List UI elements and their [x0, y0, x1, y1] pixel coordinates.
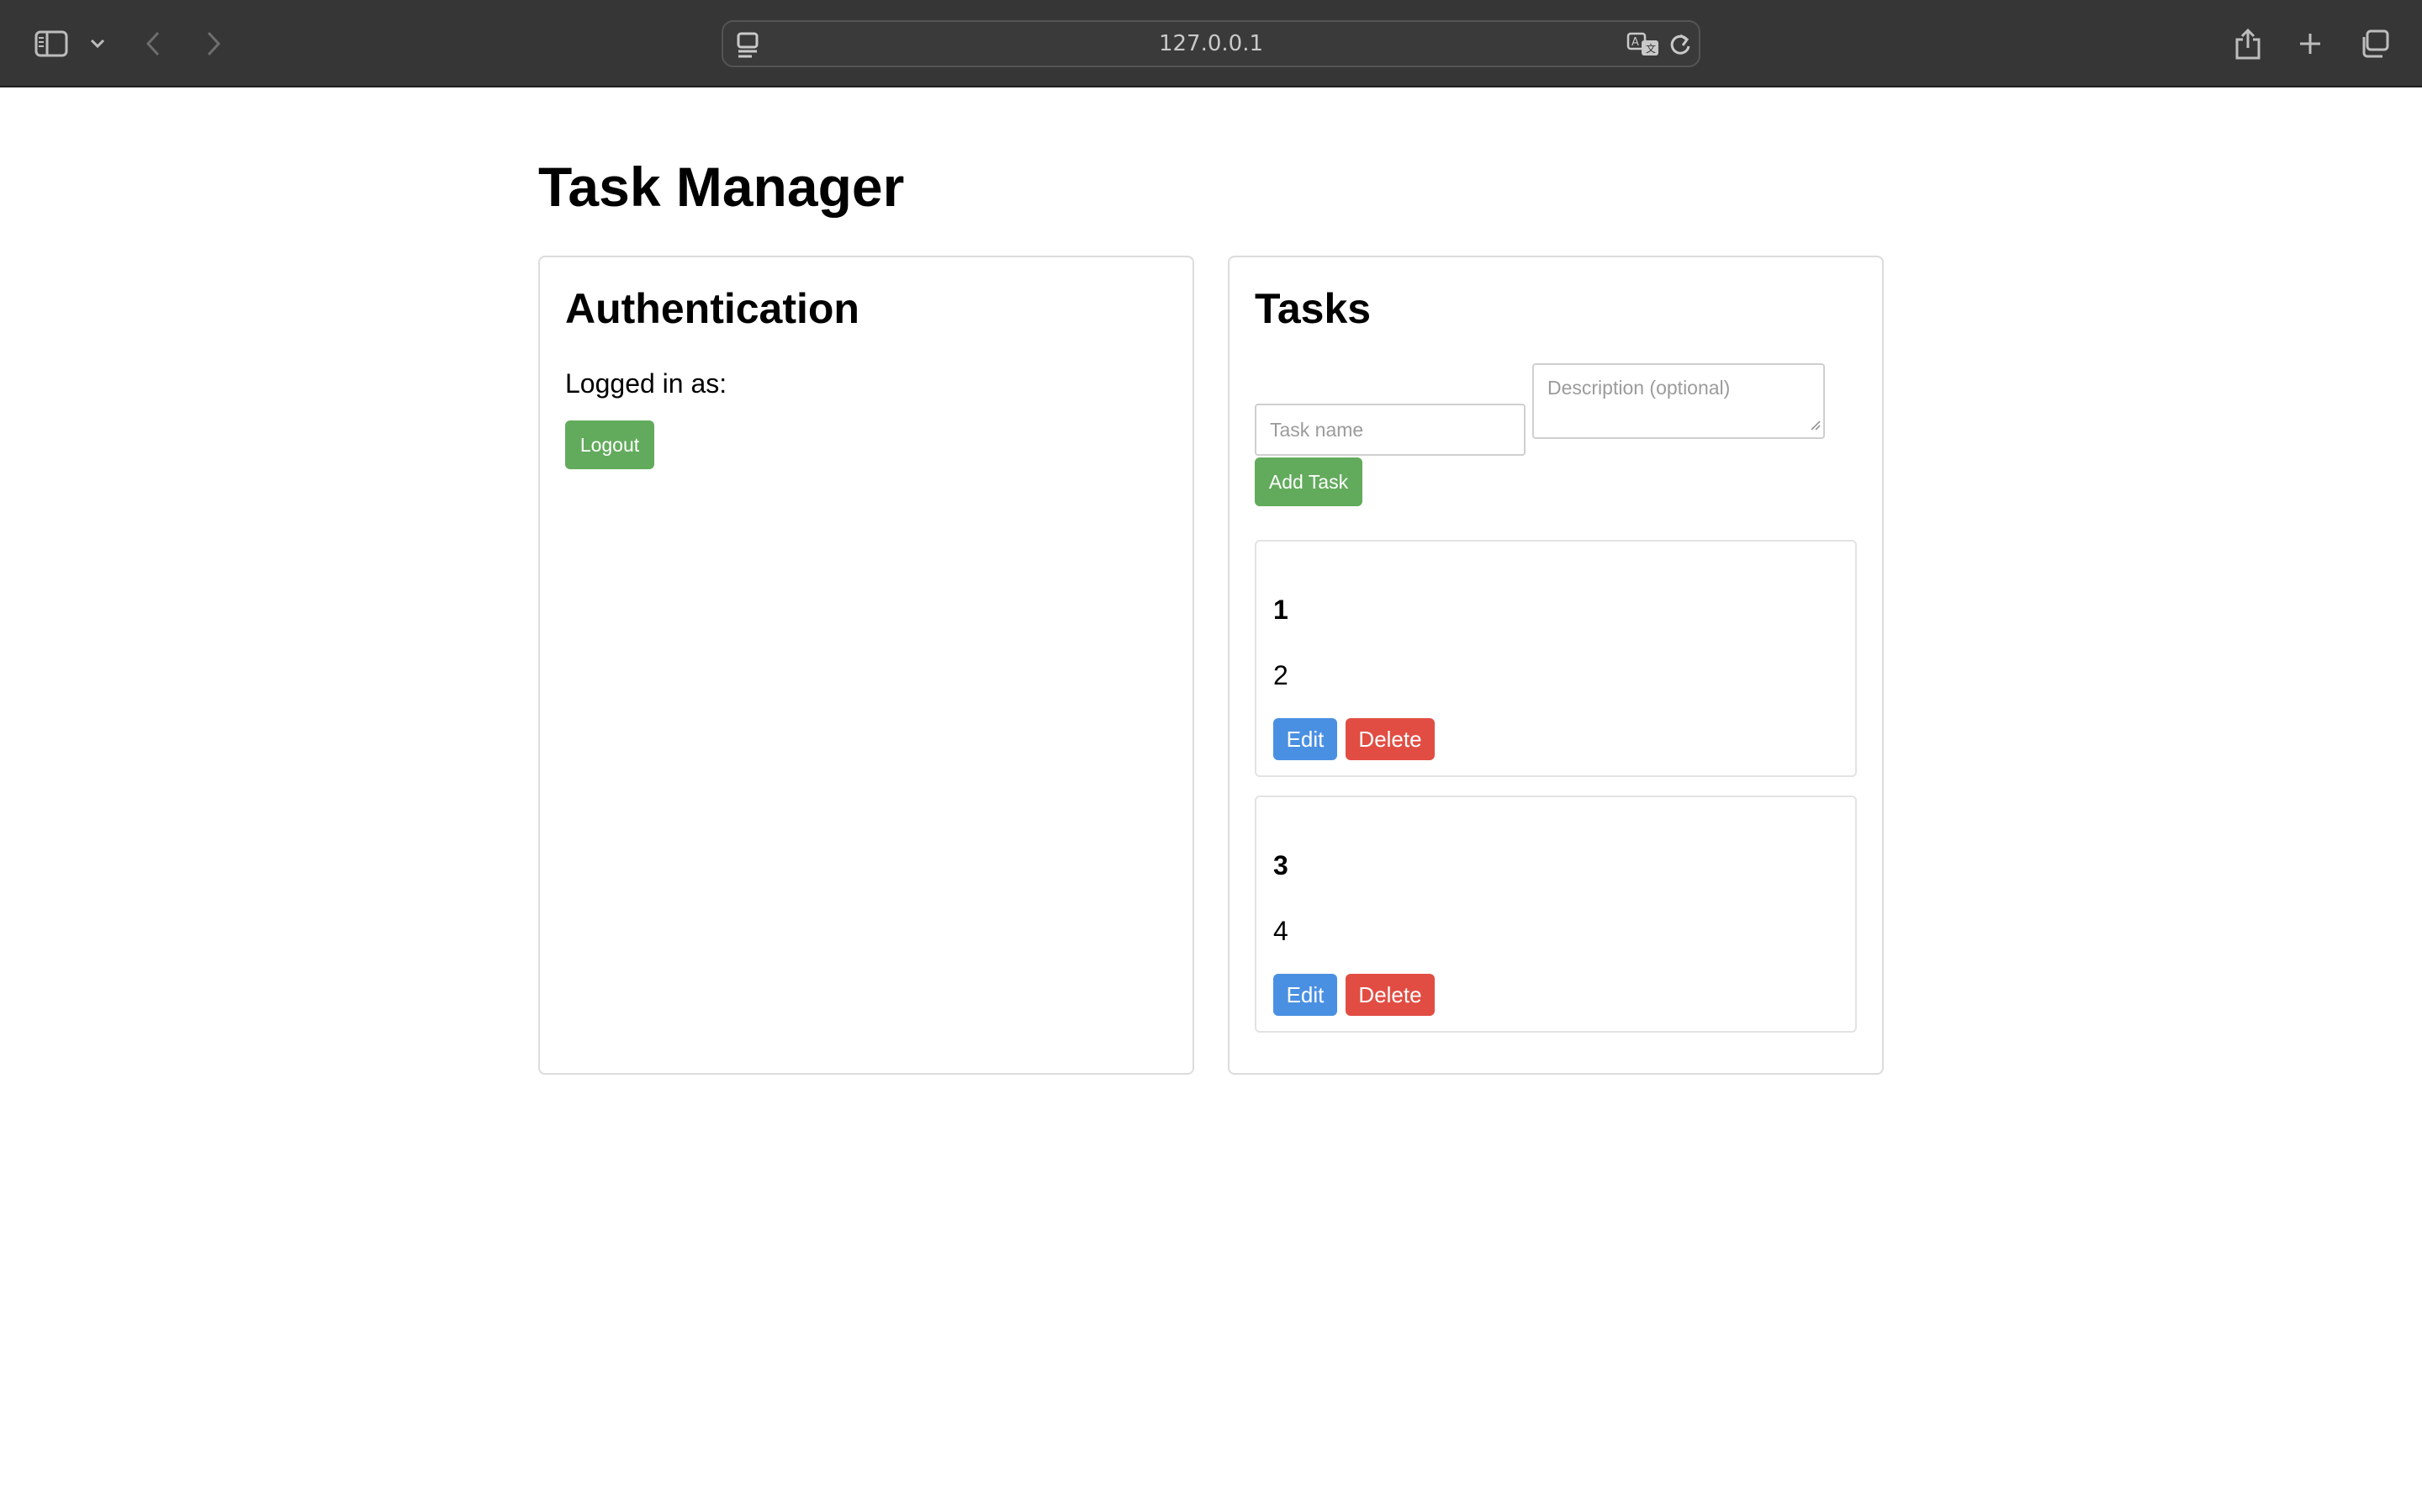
address-bar[interactable]: 127.0.0.1 A 文: [722, 20, 1700, 67]
translate-icon[interactable]: A 文: [1626, 32, 1660, 61]
description-field-wrapper: [1532, 363, 1825, 439]
tasks-title: Tasks: [1255, 285, 1372, 332]
svg-text:文: 文: [1646, 42, 1656, 55]
task-card: 3 4 Edit Delete: [1255, 796, 1857, 1033]
task-description: 2: [1273, 660, 1288, 690]
tabs-overview-icon[interactable]: [2358, 20, 2390, 67]
resize-handle-icon[interactable]: [1810, 420, 1822, 436]
task-description: 4: [1273, 916, 1288, 946]
delete-task-button[interactable]: Delete: [1346, 974, 1435, 1016]
edit-task-button[interactable]: Edit: [1273, 718, 1337, 760]
reload-icon[interactable]: [1668, 32, 1692, 61]
browser-toolbar: 127.0.0.1 A 文: [0, 0, 2422, 87]
logged-in-label: Logged in as:: [565, 368, 727, 399]
back-arrow-icon[interactable]: [141, 20, 165, 67]
chevron-down-icon[interactable]: [87, 20, 108, 67]
sidebar-icon[interactable]: [32, 20, 71, 67]
page-title: Task Manager: [538, 156, 905, 218]
task-name: 3: [1273, 850, 1288, 880]
task-name-input[interactable]: [1255, 404, 1526, 456]
task-card: 1 2 Edit Delete: [1255, 540, 1857, 777]
delete-task-button[interactable]: Delete: [1346, 718, 1435, 760]
task-description-input[interactable]: [1532, 363, 1825, 439]
edit-task-button[interactable]: Edit: [1273, 974, 1337, 1016]
share-icon[interactable]: [2234, 20, 2262, 67]
logout-button[interactable]: Logout: [565, 420, 654, 469]
auth-title: Authentication: [565, 285, 859, 332]
auth-panel: Authentication Logged in as: Logout: [538, 256, 1194, 1075]
task-name: 1: [1273, 595, 1288, 625]
add-task-button[interactable]: Add Task: [1255, 457, 1362, 506]
url-text: 127.0.0.1: [1158, 31, 1264, 56]
plus-icon[interactable]: [2298, 20, 2323, 67]
forward-arrow-icon[interactable]: [202, 20, 225, 67]
svg-text:A: A: [1631, 36, 1639, 49]
tasks-panel: Tasks Add Task 1 2 Edit Delete 3 4 Edit …: [1228, 256, 1884, 1075]
